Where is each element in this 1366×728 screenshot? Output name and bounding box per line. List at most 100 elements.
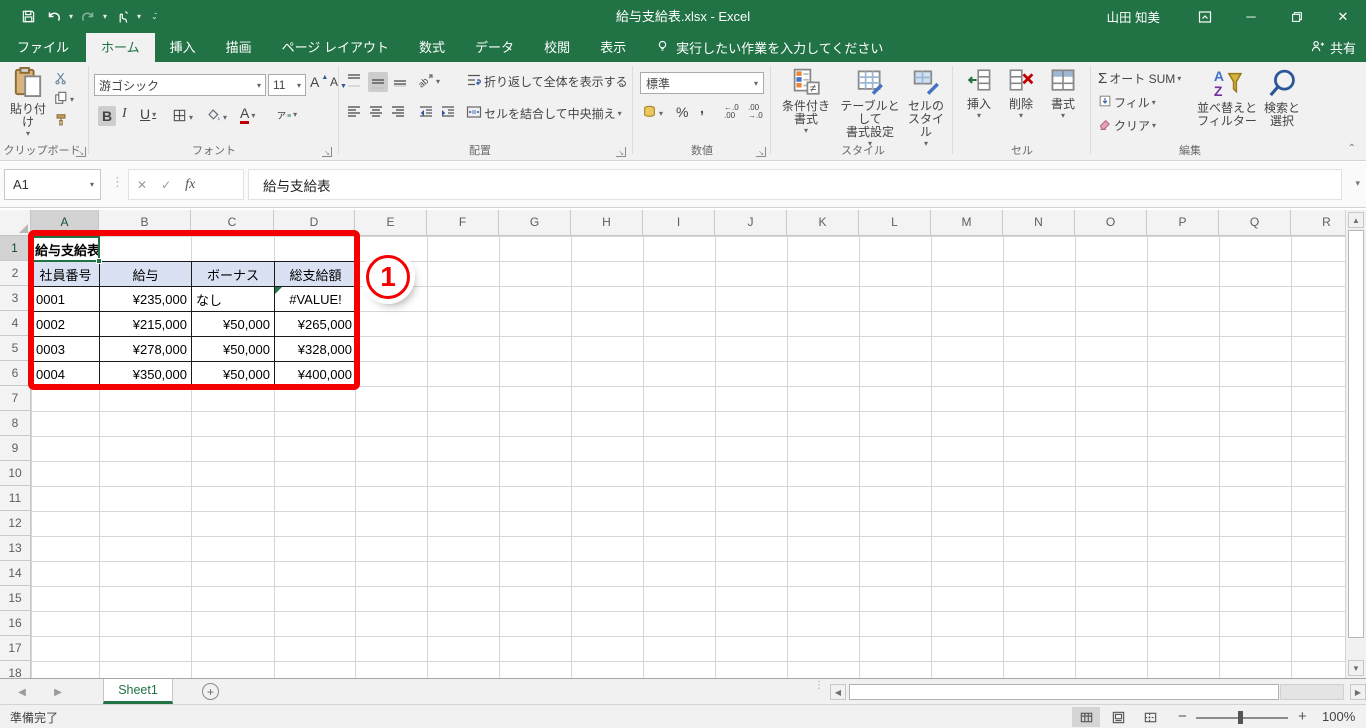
new-sheet-button[interactable]: + [202, 683, 219, 700]
tab-view[interactable]: 表示 [585, 33, 641, 62]
insert-function-icon[interactable]: fx [185, 177, 195, 193]
scroll-right-icon[interactable]: ▶ [1350, 684, 1366, 700]
name-box-dropdown-icon[interactable]: ▾ [90, 180, 94, 189]
row-header-6[interactable]: 6 [0, 361, 31, 386]
increase-decimal-button[interactable]: ←.0 .00 [724, 104, 739, 120]
italic-button[interactable]: I [122, 106, 127, 122]
tab-formulas[interactable]: 数式 [404, 33, 460, 62]
cell-styles-button[interactable]: セルの スタイル ▾ [904, 67, 948, 148]
font-dialog-launcher-icon[interactable] [322, 147, 332, 157]
formula-input[interactable]: 給与支給表 [248, 169, 1342, 200]
fill-button[interactable]: フィル ▾ [1098, 94, 1156, 111]
column-header-I[interactable]: I [643, 210, 715, 236]
column-header-Q[interactable]: Q [1219, 210, 1291, 236]
number-dialog-launcher-icon[interactable] [756, 147, 766, 157]
scroll-left-icon[interactable]: ◀ [830, 684, 846, 700]
column-header-R[interactable]: R [1291, 210, 1345, 236]
column-header-N[interactable]: N [1003, 210, 1075, 236]
column-header-G[interactable]: G [499, 210, 571, 236]
clear-button[interactable]: クリア ▾ [1098, 117, 1156, 134]
font-size-combobox[interactable]: 11 ▾ [268, 74, 306, 96]
horizontal-scrollbar[interactable]: ◀ ▶ [830, 682, 1366, 702]
accounting-format-button[interactable]: ▾ [642, 104, 663, 122]
sheet-next-icon[interactable]: ▶ [44, 679, 72, 705]
row-header-14[interactable]: 14 [0, 561, 31, 586]
horizontal-scrollbar-thumb[interactable] [849, 684, 1279, 700]
vertical-scrollbar-thumb[interactable] [1348, 230, 1364, 638]
row-header-5[interactable]: 5 [0, 336, 31, 361]
view-page-break-icon[interactable] [1136, 707, 1164, 727]
collapse-ribbon-icon[interactable]: ⌃ [1348, 143, 1356, 154]
column-header-F[interactable]: F [427, 210, 499, 236]
close-button[interactable]: ✕ [1320, 0, 1366, 33]
alignment-dialog-launcher-icon[interactable] [616, 147, 626, 157]
expand-formula-bar-icon[interactable]: ▾ [1355, 178, 1360, 189]
row-header-15[interactable]: 15 [0, 586, 31, 611]
tab-data[interactable]: データ [460, 33, 529, 62]
comma-style-button[interactable]: , [700, 100, 704, 116]
column-header-P[interactable]: P [1147, 210, 1219, 236]
orientation-button[interactable]: ab ▾ [416, 72, 440, 91]
column-header-H[interactable]: H [571, 210, 643, 236]
zoom-level[interactable]: 100% [1322, 709, 1355, 724]
underline-button[interactable]: U ▾ [140, 106, 156, 122]
paste-button[interactable]: 貼り付け ▾ [8, 66, 48, 138]
tab-file[interactable]: ファイル [0, 33, 87, 62]
row-header-7[interactable]: 7 [0, 386, 31, 411]
tab-review[interactable]: 校閲 [529, 33, 585, 62]
column-header-O[interactable]: O [1075, 210, 1147, 236]
row-header-11[interactable]: 11 [0, 486, 31, 511]
row-header-4[interactable]: 4 [0, 311, 31, 336]
row-header-16[interactable]: 16 [0, 611, 31, 636]
format-cells-button[interactable]: 書式 ▾ [1044, 67, 1082, 120]
align-left-button[interactable] [346, 104, 362, 120]
wrap-text-button[interactable]: 折り返して全体を表示する [466, 72, 628, 91]
column-header-M[interactable]: M [931, 210, 1003, 236]
column-header-E[interactable]: E [355, 210, 427, 236]
ribbon-display-options-icon[interactable] [1182, 0, 1228, 33]
top-align-button[interactable] [346, 72, 362, 88]
restore-button[interactable] [1274, 0, 1320, 33]
vertical-scrollbar[interactable]: ▲ ▼ [1345, 210, 1366, 678]
bottom-align-button[interactable] [392, 72, 408, 88]
select-all-corner[interactable] [0, 210, 31, 236]
tell-me-box[interactable]: 実行したい作業を入力してください [655, 33, 883, 62]
row-header-8[interactable]: 8 [0, 411, 31, 436]
minimize-button[interactable]: ─ [1228, 0, 1274, 33]
increase-indent-button[interactable] [440, 104, 456, 120]
row-header-1[interactable]: 1 [0, 236, 31, 261]
row-header-13[interactable]: 13 [0, 536, 31, 561]
row-header-17[interactable]: 17 [0, 636, 31, 661]
font-name-combobox[interactable]: 游ゴシック ▾ [94, 74, 266, 96]
column-header-K[interactable]: K [787, 210, 859, 236]
format-painter-button[interactable] [54, 113, 68, 130]
row-header-10[interactable]: 10 [0, 461, 31, 486]
tab-splitter[interactable]: ⋮ [814, 681, 824, 691]
user-name[interactable]: 山田 知美 [1107, 7, 1160, 26]
scroll-down-icon[interactable]: ▼ [1348, 660, 1364, 676]
insert-cells-button[interactable]: 挿入 ▾ [960, 67, 998, 120]
grow-font-button[interactable]: A ▲ [310, 74, 328, 91]
find-select-button[interactable]: 検索と 選択 [1258, 67, 1306, 128]
phonetic-guide-button[interactable]: ァ≡ ▾ [276, 106, 297, 122]
decrease-decimal-button[interactable]: .00 →.0 [748, 104, 763, 120]
tab-page-layout[interactable]: ページ レイアウト [267, 33, 404, 62]
align-right-button[interactable] [390, 104, 406, 120]
zoom-slider-handle[interactable] [1238, 711, 1243, 724]
enter-icon[interactable]: ✓ [161, 178, 171, 192]
cut-button[interactable] [54, 71, 68, 88]
share-button[interactable]: 共有 [1310, 33, 1356, 62]
row-header-18[interactable]: 18 [0, 661, 31, 678]
row-header-12[interactable]: 12 [0, 511, 31, 536]
zoom-in-button[interactable]: + [1298, 708, 1307, 725]
row-header-3[interactable]: 3 [0, 286, 31, 311]
zoom-out-button[interactable]: − [1178, 708, 1187, 725]
tab-home[interactable]: ホーム [86, 33, 155, 62]
delete-cells-button[interactable]: 削除 ▾ [1002, 67, 1040, 120]
scroll-up-icon[interactable]: ▲ [1348, 212, 1364, 228]
tab-insert[interactable]: 挿入 [155, 33, 211, 62]
tab-draw[interactable]: 描画 [211, 33, 267, 62]
middle-align-button[interactable] [368, 72, 388, 92]
copy-button[interactable]: ▾ [54, 91, 74, 108]
column-header-J[interactable]: J [715, 210, 787, 236]
